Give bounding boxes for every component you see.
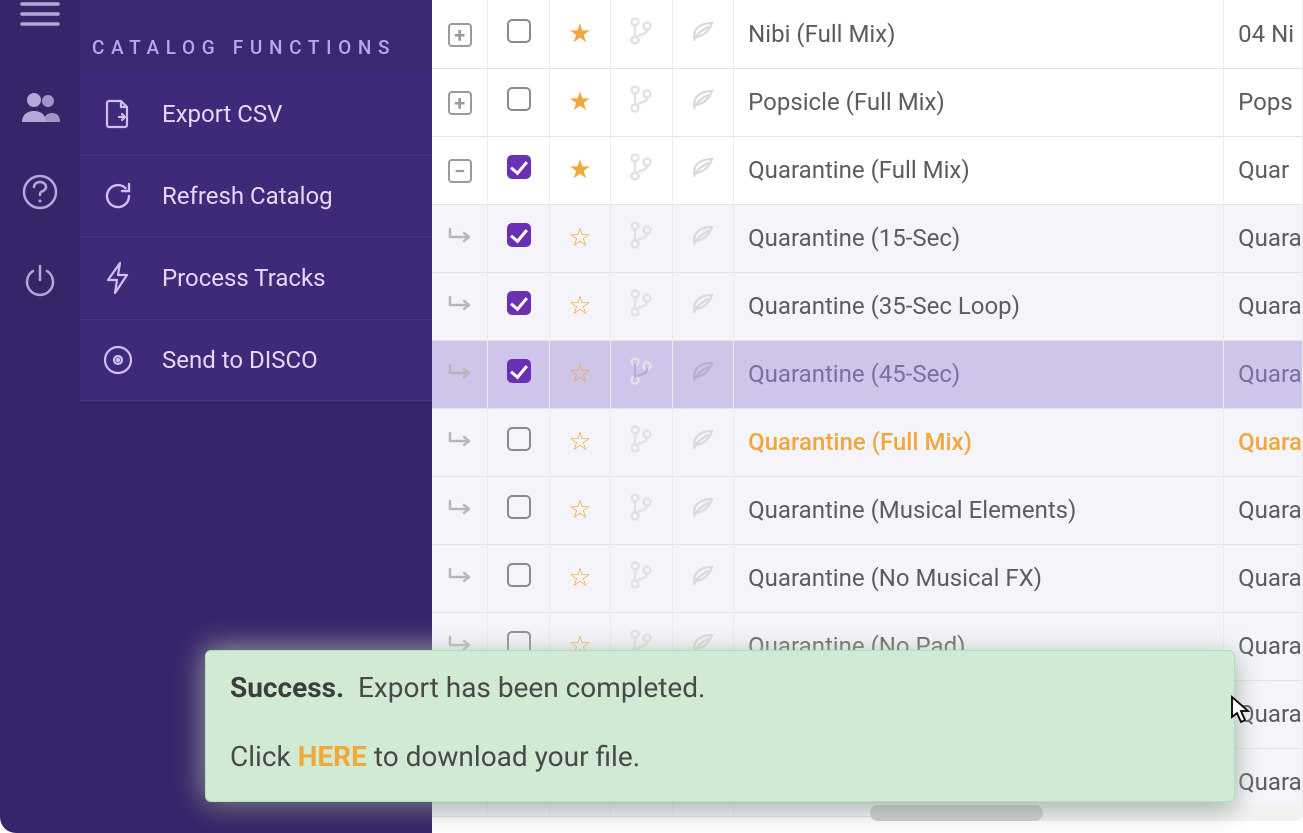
star-icon[interactable]: ★ [568, 155, 591, 185]
star-outline-icon[interactable]: ☆ [568, 223, 591, 253]
sidebar-item-export-csv[interactable]: Export CSV [80, 73, 432, 156]
track-title-secondary: Quara [1224, 544, 1303, 612]
sidebar-item-label: Process Tracks [162, 264, 326, 292]
star-outline-icon[interactable]: ☆ [568, 291, 591, 321]
star-outline-icon[interactable]: ☆ [568, 495, 591, 525]
branch-icon[interactable] [628, 288, 654, 318]
power-icon[interactable] [20, 260, 60, 300]
sidebar-item-label: Send to DISCO [162, 346, 318, 374]
row-checkbox[interactable] [507, 223, 531, 247]
expand-toggle[interactable]: + [448, 91, 472, 115]
branch-icon[interactable] [628, 424, 654, 454]
table-row[interactable]: ☆ Quarantine (No Musical FX)Quara [432, 544, 1303, 612]
disc-icon [100, 344, 136, 376]
row-checkbox[interactable] [507, 87, 531, 111]
leaf-icon[interactable] [689, 562, 717, 588]
child-indent-icon [446, 294, 474, 314]
expand-toggle[interactable]: − [448, 159, 472, 183]
table-row[interactable]: ☆ Quarantine (15-Sec)Quara [432, 204, 1303, 272]
star-outline-icon[interactable]: ☆ [568, 359, 591, 389]
sidebar-section-title: CATALOG FUNCTIONS [80, 0, 432, 73]
users-icon[interactable] [20, 90, 60, 124]
table-row[interactable]: ☆ Quarantine (35-Sec Loop)Quara [432, 272, 1303, 340]
table-row[interactable]: + ★ Nibi (Full Mix)04 Ni [432, 0, 1303, 68]
star-icon[interactable]: ★ [568, 87, 591, 117]
track-title[interactable]: Nibi (Full Mix) [734, 0, 1224, 68]
track-title[interactable]: Quarantine (35-Sec Loop) [734, 272, 1224, 340]
branch-icon[interactable] [628, 84, 654, 114]
track-title-secondary: Quara [1224, 680, 1303, 748]
track-title-secondary: Quara [1224, 612, 1303, 680]
child-indent-icon [446, 430, 474, 450]
row-checkbox[interactable] [507, 19, 531, 43]
table-row[interactable]: − ★ Quarantine (Full Mix)Quar [432, 136, 1303, 204]
track-title[interactable]: Popsicle (Full Mix) [734, 68, 1224, 136]
row-checkbox[interactable] [507, 291, 531, 315]
track-title[interactable]: Quarantine (Full Mix) [734, 408, 1224, 476]
child-indent-icon [446, 498, 474, 518]
leaf-icon[interactable] [689, 426, 717, 452]
child-indent-icon [446, 566, 474, 586]
track-title-secondary: Quara [1224, 408, 1303, 476]
leaf-icon[interactable] [689, 154, 717, 180]
track-title-secondary: Quara [1224, 476, 1303, 544]
success-toast: Success. Export has been completed. Clic… [205, 650, 1235, 802]
horizontal-scrollbar[interactable] [870, 805, 1303, 821]
toast-title: Success. [230, 671, 344, 704]
sidebar-item-label: Export CSV [162, 100, 282, 128]
sidebar-item-refresh[interactable]: Refresh Catalog [80, 156, 432, 237]
track-title[interactable]: Quarantine (15-Sec) [734, 204, 1224, 272]
branch-icon[interactable] [628, 560, 654, 590]
branch-icon[interactable] [628, 16, 654, 46]
leaf-icon[interactable] [689, 222, 717, 248]
track-title[interactable]: Quarantine (No Musical FX) [734, 544, 1224, 612]
star-outline-icon[interactable]: ☆ [568, 427, 591, 457]
track-title-secondary: Pops [1224, 68, 1303, 136]
leaf-icon[interactable] [689, 494, 717, 520]
branch-icon[interactable] [628, 492, 654, 522]
help-icon[interactable] [20, 172, 60, 212]
sidebar-item-label: Refresh Catalog [162, 182, 333, 210]
download-link[interactable]: HERE [298, 740, 367, 773]
table-row[interactable]: ☆ Quarantine (Musical Elements)Quara [432, 476, 1303, 544]
track-title-secondary: Quara [1224, 204, 1303, 272]
leaf-icon[interactable] [689, 358, 717, 384]
track-title-secondary: Quar [1224, 136, 1303, 204]
child-indent-icon [446, 226, 474, 246]
child-indent-icon [446, 362, 474, 382]
table-row[interactable]: ☆ Quarantine (45-Sec)Quara [432, 340, 1303, 408]
leaf-icon[interactable] [689, 290, 717, 316]
row-checkbox[interactable] [507, 563, 531, 587]
table-row[interactable]: + ★ Popsicle (Full Mix)Pops [432, 68, 1303, 136]
row-checkbox[interactable] [507, 359, 531, 383]
leaf-icon[interactable] [689, 18, 717, 44]
track-title[interactable]: Quarantine (Full Mix) [734, 136, 1224, 204]
branch-icon[interactable] [628, 152, 654, 182]
track-title-secondary: 04 Ni [1224, 0, 1303, 68]
file-export-icon [100, 97, 136, 131]
menu-icon[interactable] [20, 0, 60, 34]
branch-icon[interactable] [628, 356, 654, 386]
expand-toggle[interactable]: + [448, 23, 472, 47]
sidebar-item-process[interactable]: Process Tracks [80, 237, 432, 320]
star-outline-icon[interactable]: ☆ [568, 563, 591, 593]
bolt-icon [100, 261, 136, 295]
sidebar-item-disco[interactable]: Send to DISCO [80, 320, 432, 401]
star-icon[interactable]: ★ [568, 19, 591, 49]
table-row[interactable]: ☆ Quarantine (Full Mix)Quara [432, 408, 1303, 476]
branch-icon[interactable] [628, 220, 654, 250]
refresh-icon [100, 180, 136, 212]
track-title[interactable]: Quarantine (45-Sec) [734, 340, 1224, 408]
track-title[interactable]: Quarantine (Musical Elements) [734, 476, 1224, 544]
row-checkbox[interactable] [507, 155, 531, 179]
toast-message: Export has been completed. [358, 671, 705, 704]
row-checkbox[interactable] [507, 427, 531, 451]
leaf-icon[interactable] [689, 86, 717, 112]
row-checkbox[interactable] [507, 495, 531, 519]
nav-rail [0, 0, 80, 833]
track-title-secondary: Quara [1224, 272, 1303, 340]
track-title-secondary: Quara [1224, 340, 1303, 408]
